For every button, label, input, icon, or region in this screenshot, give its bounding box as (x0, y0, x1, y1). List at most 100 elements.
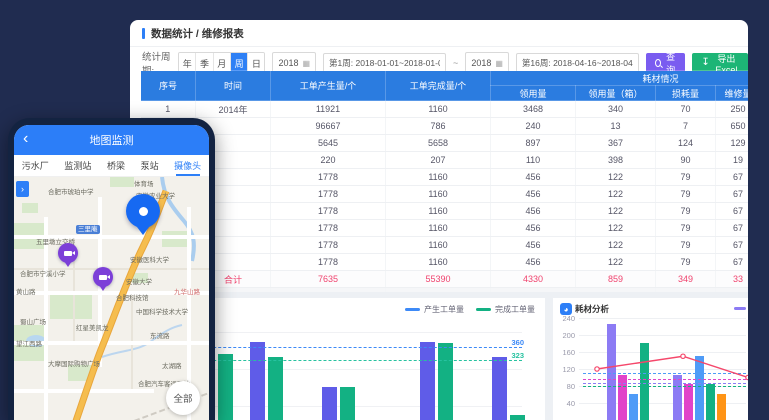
table-cell: 456 (491, 220, 576, 237)
table-cell: 220 (271, 152, 386, 169)
table-cell: 2014年 (196, 101, 271, 118)
table-cell: 1 (141, 101, 196, 118)
table-cell: 1778 (271, 169, 386, 186)
table-cell: 240 (491, 118, 576, 135)
col-group-consumables: 耗材情况 (491, 71, 749, 86)
table-cell: 456 (491, 237, 576, 254)
table-total-row[interactable]: 合计763555390433085934933 (141, 271, 749, 288)
table-cell: 5645 (271, 135, 386, 152)
road-sign-chip: 三里庵 (76, 225, 100, 234)
tab-sewage-plant[interactable]: 污水厂 (22, 156, 49, 175)
map-poi-label: 合肥市宁溪小学 (20, 271, 66, 278)
bar-completed[interactable] (268, 357, 283, 420)
table-cell: 79 (656, 254, 716, 271)
map-canvas[interactable]: 合肥市琥珀中学体育场安徽农业大学五里墩立交桥安徽医科大学合肥市宁溪小学安徽大学合… (14, 177, 209, 420)
table-cell: 1160 (386, 101, 491, 118)
table-row[interactable]: 2202071103989019 (141, 152, 749, 169)
bar-completed[interactable] (438, 343, 453, 420)
breadcrumb: 数据统计 / 维修报表 (151, 26, 244, 41)
sub-col-3: 损耗量 (656, 86, 716, 101)
download-icon: ↧ (701, 58, 709, 68)
table-cell: 90 (656, 152, 716, 169)
table-row[interactable]: 177811604561227967 (141, 254, 749, 271)
tab-pump-station[interactable]: 泵站 (141, 156, 159, 175)
selected-location-marker[interactable] (126, 194, 160, 228)
table-cell: 367 (576, 135, 656, 152)
table-cell: 1160 (386, 186, 491, 203)
consumable-chart-plot: 2402001601208040 (553, 298, 748, 420)
back-chevron-icon[interactable]: ‹ (23, 129, 28, 149)
bar-generated[interactable] (420, 342, 435, 420)
sub-col-4: 维修量 (716, 86, 749, 101)
tab-monitor-station[interactable]: 监测站 (64, 156, 91, 175)
bar-generated[interactable] (322, 387, 337, 420)
bar-generated[interactable] (250, 342, 265, 420)
table-row[interactable]: 177811604561227967 (141, 169, 749, 186)
table-cell: 13 (576, 118, 656, 135)
table-cell: 67 (716, 237, 749, 254)
table-cell: 67 (716, 169, 749, 186)
table-cell: 124 (656, 135, 716, 152)
table-cell: 207 (386, 152, 491, 169)
table-cell: 1778 (271, 203, 386, 220)
table-row[interactable]: 177811604561227967 (141, 186, 749, 203)
map-expand-button[interactable]: › (16, 181, 29, 197)
table-cell: 1778 (271, 220, 386, 237)
phone-page-title: 地图监测 (90, 132, 134, 148)
table-cell: 122 (576, 169, 656, 186)
calendar-icon: ▦ (495, 59, 503, 68)
phone-screen: ‹ 地图监测 污水厂 监测站 桥梁 泵站 摄像头 (14, 125, 209, 420)
col-header-seq: 序号 (141, 71, 196, 101)
bar-generated[interactable] (492, 357, 507, 420)
show-all-button[interactable]: 全部 (166, 381, 200, 415)
table-row[interactable]: 12014年119211160346834070250 (141, 101, 749, 118)
dashboard-window: 数据统计 / 维修报表 统计周期: 年 季 月 周 日 2018 ▦ ~ 201… (130, 20, 748, 420)
table-cell: 70 (656, 101, 716, 118)
map-poi-label: 合肥市琥珀中学 (48, 189, 94, 196)
table-row[interactable]: 177811604561227967 (141, 203, 749, 220)
map-poi-label: 太湖路 (162, 363, 182, 370)
table-row[interactable]: 177811604561227967 (141, 220, 749, 237)
table-cell: 4330 (491, 271, 576, 288)
camera-pin-marker[interactable] (58, 243, 78, 263)
table-cell: 122 (576, 186, 656, 203)
phone-header: ‹ 地图监测 (14, 125, 209, 155)
map-poi-label: 合肥科技馆 (116, 295, 149, 302)
map-poi-label: 红星美凯龙 (76, 325, 109, 332)
table-row[interactable]: 177811604561227967 (141, 237, 749, 254)
table-cell: 7 (656, 118, 716, 135)
table-cell: 79 (656, 220, 716, 237)
map-poi-label: 黄山路 (16, 289, 36, 296)
bar-completed[interactable] (340, 387, 355, 420)
table-cell: 250 (716, 101, 749, 118)
table-cell: 1160 (386, 203, 491, 220)
trend-line-layer (553, 298, 748, 420)
map-poi-label: 安徽大学 (126, 279, 152, 286)
map-poi-label: 东流路 (150, 333, 170, 340)
table-cell: 1778 (271, 186, 386, 203)
table-cell: 1160 (386, 169, 491, 186)
table-cell: 122 (576, 254, 656, 271)
video-camera-icon (99, 275, 107, 280)
tab-camera[interactable]: 摄像头 (174, 156, 201, 175)
table-cell: 122 (576, 220, 656, 237)
bar-completed[interactable] (218, 354, 233, 420)
table-cell: 33 (716, 271, 749, 288)
bar-completed[interactable] (510, 415, 525, 420)
table-cell: 650 (716, 118, 749, 135)
table-row[interactable]: 56455658897367124129 (141, 135, 749, 152)
reference-line-label: 323 (511, 351, 524, 360)
report-table: 序号 时间 工单产生量/个 工单完成量/个 耗材情况 领用量 领用量（箱） 损耗… (140, 70, 748, 305)
table-cell: 5658 (386, 135, 491, 152)
table-cell: 340 (576, 101, 656, 118)
map-poi-label: 望江西路 (16, 341, 42, 348)
video-camera-icon (64, 251, 72, 256)
map-poi-label: 九华山路 (174, 289, 200, 296)
camera-pin-marker[interactable] (93, 267, 113, 287)
table-cell: 96667 (271, 118, 386, 135)
map-poi-label: 蜀山广场 (20, 319, 46, 326)
map-poi-label: 体育场 (134, 181, 154, 188)
phone-tab-bar: 污水厂 监测站 桥梁 泵站 摄像头 (14, 155, 209, 177)
table-row[interactable]: 96667786240137650 (141, 118, 749, 135)
tab-bridge[interactable]: 桥梁 (107, 156, 125, 175)
